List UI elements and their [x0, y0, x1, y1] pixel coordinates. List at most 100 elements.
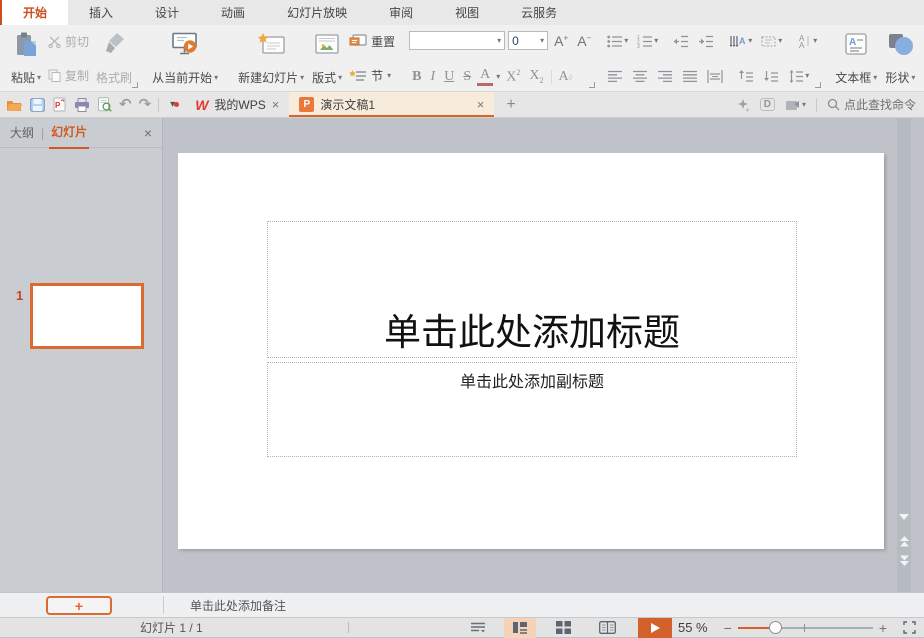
section-button[interactable]: 节 ▾ — [346, 66, 398, 85]
customize-toolbar-dropdown-icon[interactable]: ▾ — [166, 100, 179, 110]
menu-tab-insert[interactable]: 插入 — [68, 0, 134, 25]
decrease-paragraph-spacing-button[interactable] — [760, 66, 782, 86]
share-icon[interactable]: ▾ — [785, 99, 806, 111]
font-size-combobox[interactable]: 0▾ — [508, 31, 548, 50]
textbox-button[interactable]: A 文本框▾ — [831, 29, 881, 88]
numbering-dropdown-icon[interactable]: ▾ — [654, 37, 658, 45]
tab-slides[interactable]: 幻灯片 — [51, 123, 87, 142]
export-pdf-icon[interactable]: P — [52, 97, 67, 112]
layout-button[interactable]: 版式▾ — [308, 29, 346, 88]
play-slideshow-button[interactable] — [638, 618, 672, 638]
title-placeholder[interactable]: 单击此处添加标题 — [267, 221, 797, 358]
character-spacing-dropdown-icon[interactable]: ▾ — [813, 37, 817, 45]
cut-button[interactable]: 剪切 — [45, 32, 92, 51]
bullet-dropdown-icon[interactable]: ▾ — [624, 37, 628, 45]
italic-button[interactable]: I — [428, 69, 439, 85]
copy-button[interactable]: 复制 — [45, 66, 92, 85]
placeholder-dropdown-icon[interactable]: ▾ — [778, 37, 782, 45]
layout-dropdown-icon[interactable]: ▾ — [338, 74, 342, 82]
menu-tab-view[interactable]: 视图 — [434, 0, 500, 25]
font-size-dropdown-icon[interactable]: ▾ — [540, 37, 544, 45]
find-command-box[interactable]: 点此查找命令 — [827, 96, 916, 113]
font-name-dropdown-icon[interactable]: ▾ — [497, 37, 501, 45]
subtitle-placeholder[interactable]: 单击此处添加副标题 — [267, 362, 797, 457]
bullet-list-button[interactable]: ▾ — [604, 31, 631, 51]
panel-close-icon[interactable]: × — [144, 125, 152, 141]
line-spacing-button[interactable]: ▾ — [785, 66, 812, 86]
menu-tab-design[interactable]: 设计 — [134, 0, 200, 25]
paste-button[interactable]: 粘贴▾ — [7, 29, 45, 88]
grow-font-button[interactable]: A+ — [551, 33, 571, 49]
save-icon[interactable] — [30, 98, 45, 112]
shrink-font-button[interactable]: A− — [574, 33, 594, 49]
notes-placeholder[interactable]: 单击此处添加备注 — [190, 597, 286, 614]
menu-tab-cloud[interactable]: 云服务 — [500, 0, 578, 25]
menu-tab-home[interactable]: 开始 — [0, 0, 68, 25]
print-icon[interactable] — [74, 98, 90, 112]
beautify-icon[interactable] — [736, 98, 750, 112]
play-from-current-button[interactable]: 从当前开始▾ — [148, 29, 222, 88]
new-document-tab-button[interactable]: + — [494, 92, 527, 117]
shapes-button[interactable]: 形状▾ — [881, 29, 919, 88]
numbered-list-button[interactable]: 123 ▾ — [634, 31, 661, 51]
font-name-combobox[interactable]: ▾ — [409, 31, 505, 50]
open-file-icon[interactable] — [6, 98, 23, 112]
fit-slide-button[interactable] — [893, 621, 924, 634]
font-color-button[interactable]: A — [477, 67, 493, 86]
slide-canvas[interactable]: 单击此处添加标题 单击此处添加副标题 — [178, 153, 884, 549]
font-dialog-launcher-icon[interactable] — [589, 82, 595, 88]
tab-my-wps-close-icon[interactable]: × — [272, 97, 280, 112]
tab-my-wps[interactable]: W 我的WPS × — [185, 92, 289, 117]
reset-button[interactable]: 重置 — [346, 32, 398, 51]
previous-slide-icon[interactable] — [899, 535, 910, 547]
justify-button[interactable] — [679, 66, 701, 86]
clipboard-dialog-launcher-icon[interactable] — [132, 82, 138, 88]
format-painter-button[interactable]: 格式刷 — [92, 29, 136, 88]
new-slide-dropdown-icon[interactable]: ▾ — [300, 74, 304, 82]
paste-dropdown-icon[interactable]: ▾ — [37, 74, 41, 82]
textbox-dropdown-icon[interactable]: ▾ — [873, 74, 877, 82]
new-slide-button[interactable]: 新建幻灯片▾ — [234, 29, 308, 88]
from-current-dropdown-icon[interactable]: ▾ — [214, 74, 218, 82]
zoom-slider[interactable] — [738, 627, 873, 629]
normal-view-button[interactable] — [504, 618, 536, 638]
decrease-indent-button[interactable] — [670, 31, 692, 51]
undo-icon[interactable]: ↶ — [119, 97, 132, 112]
zoom-slider-thumb[interactable] — [769, 621, 782, 634]
section-dropdown-icon[interactable]: ▾ — [387, 72, 391, 80]
align-left-button[interactable] — [604, 66, 626, 86]
reading-view-button[interactable] — [591, 618, 624, 638]
clear-format-button[interactable]: A◊ — [556, 69, 576, 85]
tab-presentation1-close-icon[interactable]: × — [477, 97, 485, 112]
scroll-down-icon[interactable] — [899, 514, 909, 521]
font-color-dropdown-icon[interactable]: ▾ — [496, 73, 500, 81]
tab-presentation1[interactable]: P 演示文稿1 × — [289, 92, 494, 117]
notes-toggle-button[interactable] — [462, 618, 494, 638]
slide-thumbnail[interactable] — [30, 283, 144, 349]
menu-tab-review[interactable]: 审阅 — [368, 0, 434, 25]
shapes-dropdown-icon[interactable]: ▾ — [911, 74, 915, 82]
increase-paragraph-spacing-button[interactable] — [735, 66, 757, 86]
strikethrough-button[interactable]: S — [460, 69, 474, 85]
print-preview-icon[interactable] — [97, 97, 112, 112]
text-direction-button[interactable]: A ▾ — [726, 31, 755, 51]
underline-button[interactable]: U — [441, 69, 457, 85]
character-spacing-button[interactable]: AA ▾ — [794, 31, 820, 51]
add-slide-button[interactable]: + — [46, 596, 112, 615]
zoom-out-button[interactable]: − — [718, 620, 738, 636]
subscript-button[interactable]: X2 — [526, 68, 546, 85]
slide-sorter-button[interactable] — [548, 618, 579, 638]
align-right-button[interactable] — [654, 66, 676, 86]
distribute-button[interactable] — [704, 66, 726, 86]
menu-tab-animation[interactable]: 动画 — [200, 0, 266, 25]
docer-icon[interactable]: D — [760, 98, 775, 111]
bold-button[interactable]: B — [409, 69, 424, 85]
text-direction-dropdown-icon[interactable]: ▾ — [748, 37, 752, 45]
line-spacing-dropdown-icon[interactable]: ▾ — [805, 72, 809, 80]
superscript-button[interactable]: X2 — [503, 68, 523, 86]
increase-indent-button[interactable] — [695, 31, 717, 51]
vertical-scrollbar[interactable] — [897, 118, 911, 592]
align-center-button[interactable] — [629, 66, 651, 86]
redo-icon[interactable]: ↷ — [139, 97, 152, 112]
menu-tab-slideshow[interactable]: 幻灯片放映 — [266, 0, 368, 25]
